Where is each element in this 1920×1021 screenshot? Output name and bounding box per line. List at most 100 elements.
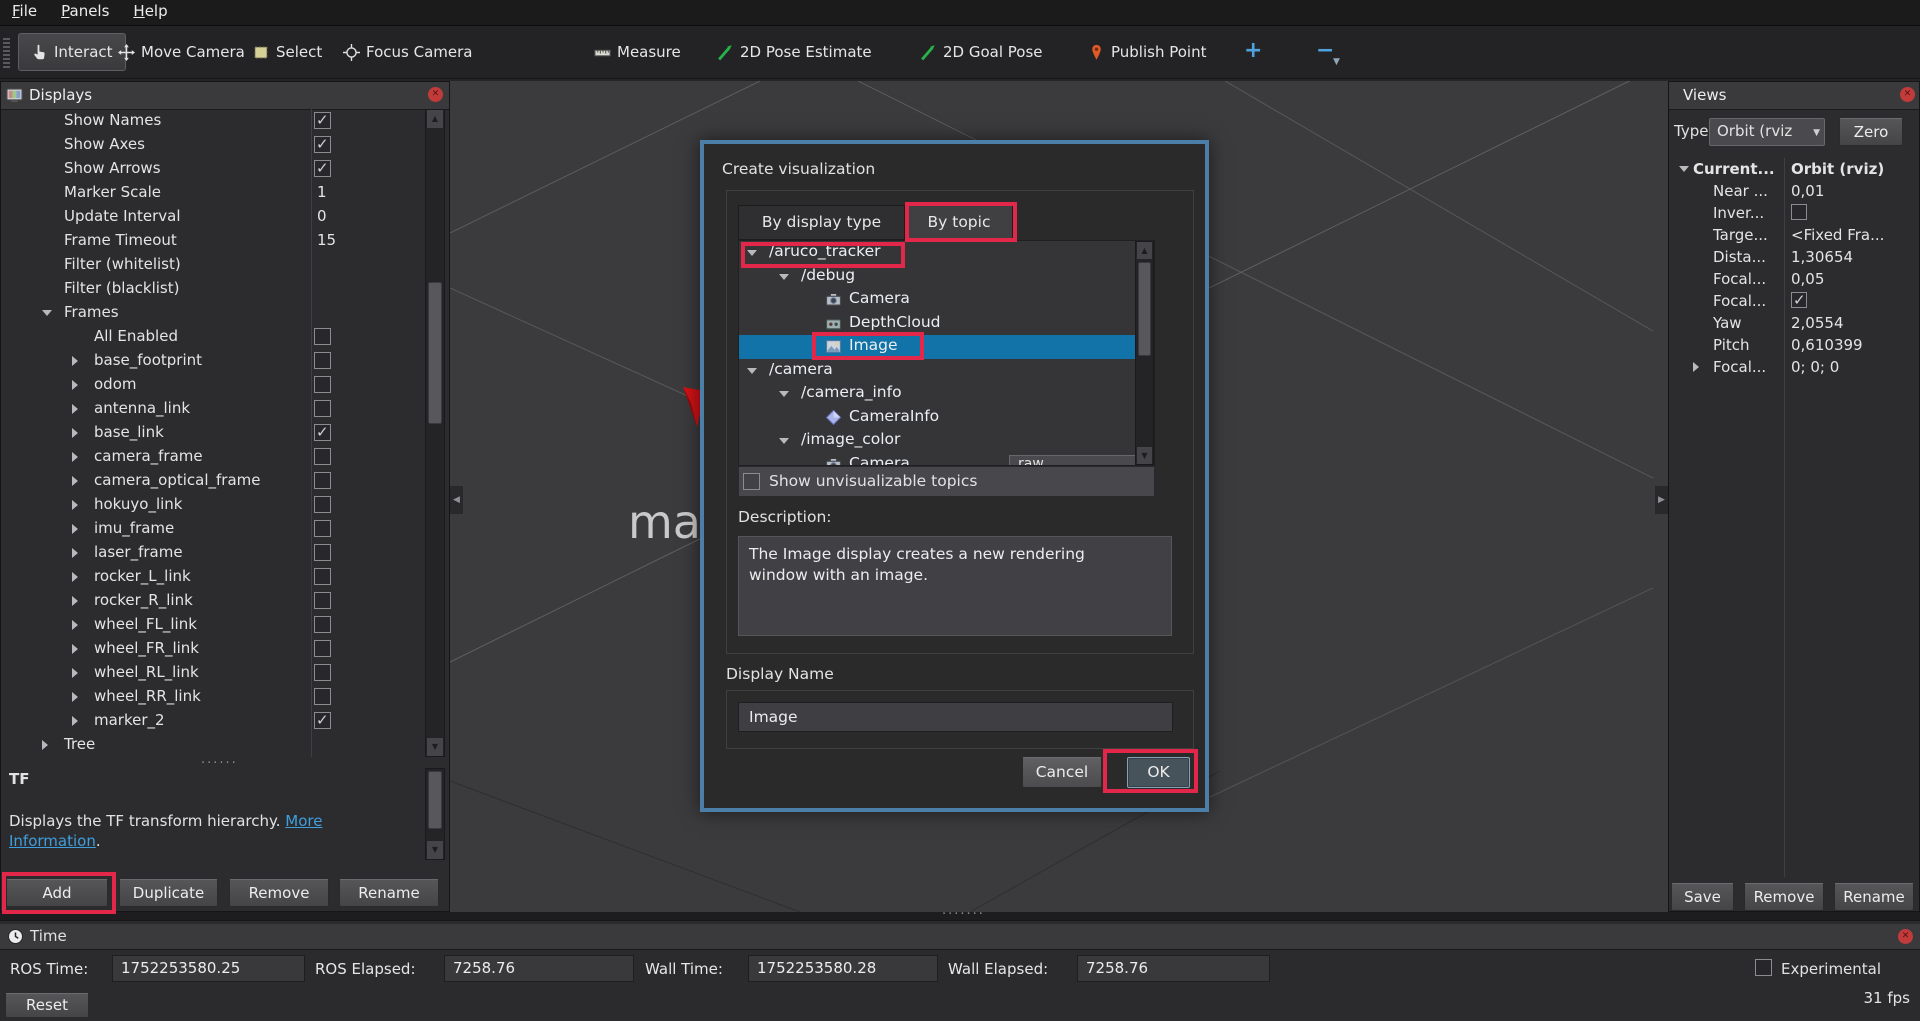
views-row[interactable]: Pitch0,610399 (1669, 334, 1919, 356)
time-field-value[interactable]: 7258.76 (444, 955, 634, 982)
views-row[interactable]: Focal...0,05 (1669, 268, 1919, 290)
tool-focus-camera[interactable]: Focus Camera (343, 26, 472, 78)
tree-row[interactable]: rocker_L_link (2, 565, 424, 589)
row-checkbox[interactable] (314, 688, 331, 705)
time-panel-header[interactable]: Time ✕ (0, 924, 1920, 950)
save-view-button[interactable]: Save (1671, 883, 1734, 911)
tree-row[interactable]: wheel_FL_link (2, 613, 424, 637)
views-row[interactable]: Focal...0; 0; 0 (1669, 356, 1919, 378)
tree-row[interactable]: Filter (blacklist) (2, 277, 424, 301)
views-row[interactable]: Targe...<Fixed Fra... (1669, 224, 1919, 246)
tree-row[interactable]: wheel_RR_link (2, 685, 424, 709)
displays-scrollbar[interactable]: ▲ ▼ (425, 109, 445, 757)
row-checkbox[interactable] (314, 592, 331, 609)
topic-row[interactable]: /aruco_tracker (739, 241, 1154, 265)
views-panel-header[interactable]: Views ✕ (1669, 82, 1919, 110)
row-checkbox[interactable] (314, 400, 331, 417)
add-tool-button[interactable]: + (1244, 38, 1262, 63)
topic-row[interactable]: CameraInfo (739, 406, 1154, 430)
tree-row[interactable]: hokuyo_link (2, 493, 424, 517)
topic-row[interactable]: DepthCloud (739, 312, 1154, 336)
row-checkbox[interactable] (314, 664, 331, 681)
tool-2d-pose-estimate[interactable]: 2D Pose Estimate (717, 26, 872, 78)
row-checkbox[interactable] (314, 520, 331, 537)
close-icon[interactable]: ✕ (1900, 87, 1915, 102)
row-checkbox[interactable] (314, 328, 331, 345)
topic-row[interactable]: /camera (739, 359, 1154, 383)
tree-row[interactable]: camera_optical_frame (2, 469, 424, 493)
menu-item-panels[interactable]: Panels (49, 0, 121, 20)
show-unvisualizable-checkbox[interactable] (743, 473, 760, 490)
expanded-arrow-icon[interactable] (779, 274, 789, 280)
topic-row[interactable]: /debug (739, 265, 1154, 289)
topic-row[interactable]: /camera_info (739, 382, 1154, 406)
row-checkbox[interactable] (314, 472, 331, 489)
topic-row[interactable]: Cameraraw (739, 453, 1154, 467)
views-row[interactable]: Focal... (1669, 290, 1919, 312)
reset-button[interactable]: Reset (5, 993, 89, 1018)
close-icon[interactable]: ✕ (428, 87, 443, 102)
collapsed-arrow-icon[interactable] (72, 356, 78, 366)
row-checkbox[interactable] (314, 568, 331, 585)
collapsed-arrow-icon[interactable] (72, 548, 78, 558)
collapsed-arrow-icon[interactable] (72, 692, 78, 702)
row-checkbox[interactable] (314, 496, 331, 513)
ok-button[interactable]: OK (1127, 757, 1190, 788)
row-checkbox[interactable] (314, 544, 331, 561)
tool-measure[interactable]: Measure (594, 26, 681, 78)
tree-row[interactable]: Update Interval0 (2, 205, 424, 229)
experimental-checkbox[interactable] (1755, 959, 1772, 976)
tree-row[interactable]: rocker_R_link (2, 589, 424, 613)
tool-publish-point[interactable]: Publish Point (1088, 26, 1206, 78)
time-field-value[interactable]: 1752253580.25 (112, 955, 305, 982)
tree-row[interactable]: base_link (2, 421, 424, 445)
topic-tree-scrollbar[interactable]: ▲ ▼ (1135, 241, 1154, 465)
collapsed-arrow-icon[interactable] (72, 428, 78, 438)
row-checkbox[interactable] (314, 712, 331, 729)
time-field-value[interactable]: 1752253580.28 (748, 955, 938, 982)
tree-row[interactable]: wheel_FR_link (2, 637, 424, 661)
tree-row[interactable]: Frames (2, 301, 424, 325)
tree-row[interactable]: Tree (2, 733, 424, 757)
scroll-down-icon[interactable]: ▼ (1137, 447, 1152, 464)
tree-row[interactable]: Frame Timeout15 (2, 229, 424, 253)
time-field-value[interactable]: 7258.76 (1077, 955, 1270, 982)
row-checkbox[interactable] (314, 616, 331, 633)
tree-row[interactable]: camera_frame (2, 445, 424, 469)
toolbar-overflow-icon[interactable]: ▼ (1333, 57, 1340, 67)
menu-item-help[interactable]: Help (121, 0, 179, 20)
cancel-button[interactable]: Cancel (1022, 757, 1102, 788)
topic-type-dropdown[interactable]: raw (1009, 455, 1149, 467)
duplicate-button[interactable]: Duplicate (119, 879, 218, 907)
tool-2d-goal-pose[interactable]: 2D Goal Pose (920, 26, 1043, 78)
tool-interact[interactable]: Interact (18, 33, 126, 71)
tree-row[interactable]: Show Names (2, 109, 424, 133)
tf-scrollbar[interactable]: ▼ (425, 768, 445, 860)
tree-row[interactable]: marker_2 (2, 709, 424, 733)
row-checkbox[interactable] (314, 352, 331, 369)
views-checkbox[interactable] (1791, 292, 1807, 308)
views-row[interactable]: Yaw2,0554 (1669, 312, 1919, 334)
expanded-arrow-icon[interactable] (747, 368, 757, 374)
scrollbar-thumb[interactable] (428, 771, 442, 829)
view-type-dropdown[interactable]: Orbit (rviz ▼ (1709, 118, 1825, 146)
views-row[interactable]: Current...Orbit (rviz) (1669, 158, 1919, 180)
tool-move-camera[interactable]: Move Camera (118, 26, 245, 78)
row-checkbox[interactable] (314, 448, 331, 465)
collapsed-arrow-icon[interactable] (42, 740, 48, 750)
add-button[interactable]: Add (6, 879, 108, 907)
collapsed-arrow-icon[interactable] (72, 620, 78, 630)
views-row[interactable]: Near ...0,01 (1669, 180, 1919, 202)
displays-panel-header[interactable]: Displays ✕ (1, 82, 449, 110)
remove-tool-button[interactable]: − (1316, 38, 1334, 63)
views-row[interactable]: Dista...1,30654 (1669, 246, 1919, 268)
row-checkbox[interactable] (314, 160, 331, 177)
collapsed-arrow-icon[interactable] (72, 668, 78, 678)
collapsed-arrow-icon[interactable] (72, 380, 78, 390)
expanded-arrow-icon[interactable] (747, 250, 757, 256)
tab-by-topic[interactable]: By topic (905, 205, 1013, 240)
row-checkbox[interactable] (314, 136, 331, 153)
display-name-input[interactable] (738, 702, 1173, 732)
tree-row[interactable]: imu_frame (2, 517, 424, 541)
scroll-down-icon[interactable]: ▼ (427, 738, 443, 756)
